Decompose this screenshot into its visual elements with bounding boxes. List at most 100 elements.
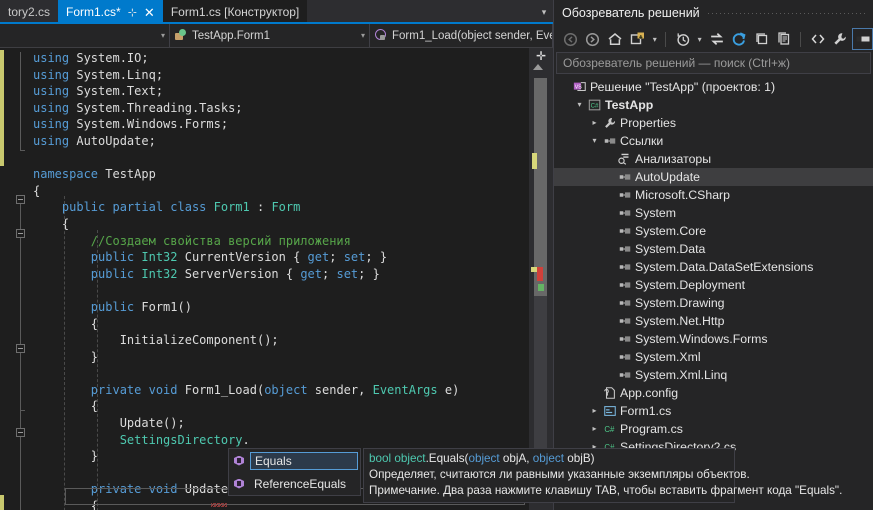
home-icon[interactable] [605,28,626,50]
tree-item[interactable]: ▸ C# Program.cs [554,420,873,438]
navbar-type-dropdown[interactable]: TestApp.Form1 ▾ [170,24,370,47]
pending-changes-dropdown-icon[interactable]: ▾ [650,35,659,44]
view-code-icon[interactable] [807,28,828,50]
tab-list-dropdown-icon[interactable]: ▾ [535,0,553,24]
tree-item[interactable]: System.Deployment [554,276,873,294]
navbar-project-dropdown[interactable]: ▾ [0,24,170,47]
code-token: Form1() [141,299,192,314]
tree-item[interactable]: ▸ Form1.cs [554,402,873,420]
signature-token: objA, [499,452,533,465]
outline-collapse-box[interactable] [16,344,25,353]
navbar-member-dropdown[interactable]: Form1_Load(object sender, Ever ▾ [370,24,553,47]
tree-item[interactable]: AutoUpdate [554,168,873,186]
tab-form1-cs[interactable]: Form1.cs* ⊹ ✕ [58,0,163,24]
code-token: ; [322,266,337,281]
show-all-files-icon[interactable] [774,28,795,50]
code-token: } [33,349,99,364]
split-view-handle[interactable]: ✛ [529,48,553,64]
code-token: Form1 [213,200,250,215]
navbar-member-value: Form1_Load(object sender, Ever [392,29,553,42]
completion-item-referenceequals[interactable]: ReferenceEquals [229,472,360,495]
code-token: public [33,266,142,281]
error-squiggle [211,503,227,507]
code-text-area[interactable]: using System.IO; using System.Linq; usin… [29,48,529,510]
tree-item[interactable]: Microsoft.CSharp [554,186,873,204]
tree-item[interactable]: System [554,204,873,222]
expander-expanded-icon[interactable]: ▾ [588,132,601,150]
tab-form1-designer[interactable]: Form1.cs [Конструктор] [162,0,308,24]
code-token: Form1_Load( [184,382,265,397]
code-token: sender, [307,382,373,397]
properties-wrench-icon[interactable] [830,28,851,50]
solution-explorer-search-input[interactable]: Обозреватель решений — поиск (Ctrl+ж) [556,52,871,74]
intellisense-popup[interactable]: Equals ReferenceEquals bool object.Equal… [228,448,842,503]
cs-icon: C# [601,422,618,436]
signature-token: object [468,452,500,465]
analyzers-icon [616,152,633,166]
scroll-up-arrow-icon[interactable] [533,64,543,70]
tree-item[interactable]: App.config [554,384,873,402]
tree-item-label: Form1.cs [620,404,672,418]
reference-icon [616,368,633,382]
tree-item-label: System.Deployment [635,278,746,292]
expander-collapsed-icon[interactable]: ▸ [588,420,601,438]
code-token: ServerVersion { [177,266,301,281]
preview-selected-items-icon[interactable] [852,28,873,50]
tree-item[interactable]: ▾ Ссылки [554,132,873,150]
code-token: . [242,432,250,447]
reference-icon [616,278,633,292]
tree-item[interactable]: System.Core [554,222,873,240]
signature-token: objB) [564,452,595,465]
tree-item[interactable]: ▾ C# TestApp [554,96,873,114]
completion-item-equals[interactable]: Equals [229,449,360,472]
outline-collapse-box[interactable] [16,428,25,437]
tooltip-description: Определяет, считаются ли равными указанн… [369,468,750,481]
outline-collapse-box[interactable] [16,195,25,204]
unsaved-change-marker [0,50,4,166]
pin-icon[interactable]: ⊹ [128,6,137,19]
code-token: ; } [365,250,388,265]
svg-text:VS: VS [574,84,582,90]
code-token: set [343,250,366,265]
tree-item[interactable]: Анализаторы [554,150,873,168]
tree-item[interactable]: VS Решение "TestApp" (проектов: 1) [554,78,873,96]
collapse-all-icon[interactable] [751,28,772,50]
code-token: private void [33,382,185,397]
expander-collapsed-icon[interactable]: ▸ [588,402,601,420]
editor-vertical-scrollbar[interactable]: ✛ [529,48,553,510]
history-icon[interactable] [672,28,693,50]
history-dropdown-icon[interactable]: ▾ [695,35,704,44]
solution-explorer-tree[interactable]: VS Решение "TestApp" (проектов: 1) ▾ C# Test… [554,74,873,510]
expander-expanded-icon[interactable]: ▾ [573,96,586,114]
tree-item[interactable]: System.Net.Http [554,312,873,330]
reference-icon [616,296,633,310]
tree-item[interactable]: System.Windows.Forms [554,330,873,348]
tree-item[interactable]: System.Data.DataSetExtensions [554,258,873,276]
close-icon[interactable]: ✕ [144,6,155,19]
expander-collapsed-icon[interactable]: ▸ [588,114,601,132]
tree-item[interactable]: System.Xml [554,348,873,366]
method-icon [232,477,246,491]
intellisense-completion-list[interactable]: Equals ReferenceEquals [228,448,361,496]
tree-item[interactable]: System.Xml.Linq [554,366,873,384]
tree-item[interactable]: System.Drawing [554,294,873,312]
pending-changes-icon[interactable] [628,28,649,50]
signature-token: object [532,452,564,465]
tree-item[interactable]: System.Data [554,240,873,258]
tab-tory2[interactable]: tory2.cs [0,0,59,24]
navbar-type-value: TestApp.Form1 [192,29,270,42]
reference-icon [616,332,633,346]
scrollbar-thumb[interactable] [534,78,547,296]
method-private-icon [374,29,387,42]
forward-icon[interactable] [583,28,604,50]
code-token: : [249,200,272,215]
outline-collapse-box[interactable] [16,229,25,238]
tree-item[interactable]: ▸ Properties [554,114,873,132]
tree-item-label: TestApp [605,98,654,112]
back-icon[interactable] [560,28,581,50]
code-token: EventArgs [372,382,438,397]
tree-item-label: System.Data.DataSetExtensions [635,260,814,274]
source-code[interactable]: using System.IO; using System.Linq; usin… [29,48,529,510]
refresh-icon[interactable] [729,28,750,50]
sync-icon[interactable] [706,28,727,50]
